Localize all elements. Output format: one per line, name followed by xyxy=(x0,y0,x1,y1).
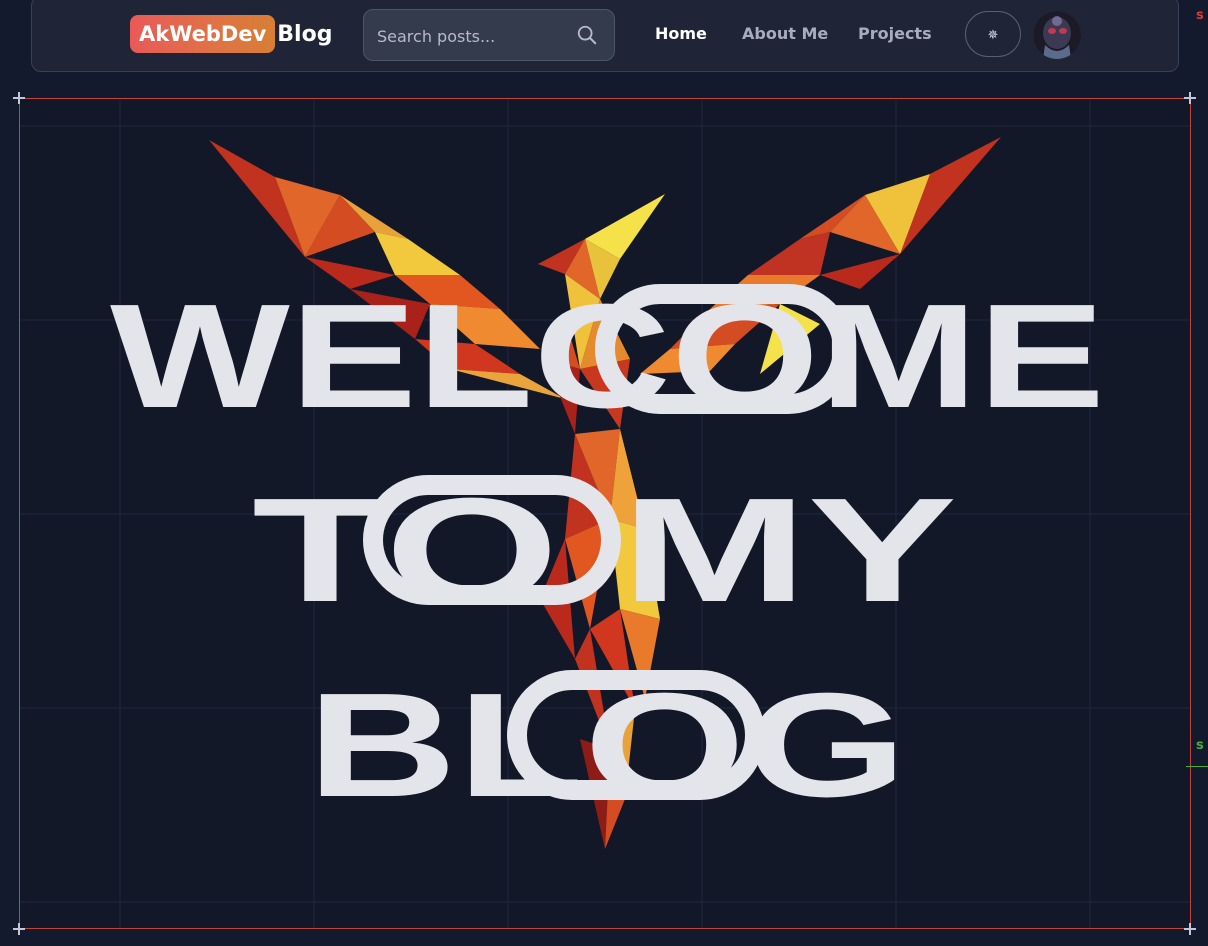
search-box xyxy=(363,9,615,62)
side-marker-green: s xyxy=(1196,738,1204,753)
search-icon[interactable] xyxy=(576,24,598,46)
top-navbar: AkWebDev Blog Home About Me Projects ✵ xyxy=(31,0,1179,72)
brand-logo-highlight: AkWebDev xyxy=(130,15,276,53)
brand-logo[interactable]: AkWebDev Blog xyxy=(130,15,332,53)
avatar-image xyxy=(1033,11,1081,59)
theme-toggle-button[interactable]: ✵ xyxy=(965,11,1021,57)
side-marker-line xyxy=(1186,766,1208,767)
hero-illustration: WELCOME TO MY BLOG xyxy=(20,99,1190,928)
gear-icon: ✵ xyxy=(987,27,999,42)
hero-line-3: BLOG xyxy=(307,663,907,828)
nav-link-home[interactable]: Home xyxy=(655,23,707,45)
corner-marker-icon xyxy=(1184,923,1196,935)
hero-canvas: WELCOME TO MY BLOG xyxy=(19,98,1191,929)
nav-link-projects[interactable]: Projects xyxy=(858,23,932,45)
brand-logo-suffix: Blog xyxy=(277,21,333,47)
hero-line-1: WELCOME xyxy=(110,274,1105,439)
search-input[interactable] xyxy=(364,10,579,62)
corner-marker-icon xyxy=(13,92,25,104)
corner-marker-icon xyxy=(1184,92,1196,104)
avatar[interactable] xyxy=(1033,11,1081,59)
nav-link-about-me[interactable]: About Me xyxy=(742,23,828,45)
corner-marker-icon xyxy=(13,923,25,935)
side-marker-red: s xyxy=(1196,8,1204,23)
hero-line-2: TO MY xyxy=(252,468,957,633)
